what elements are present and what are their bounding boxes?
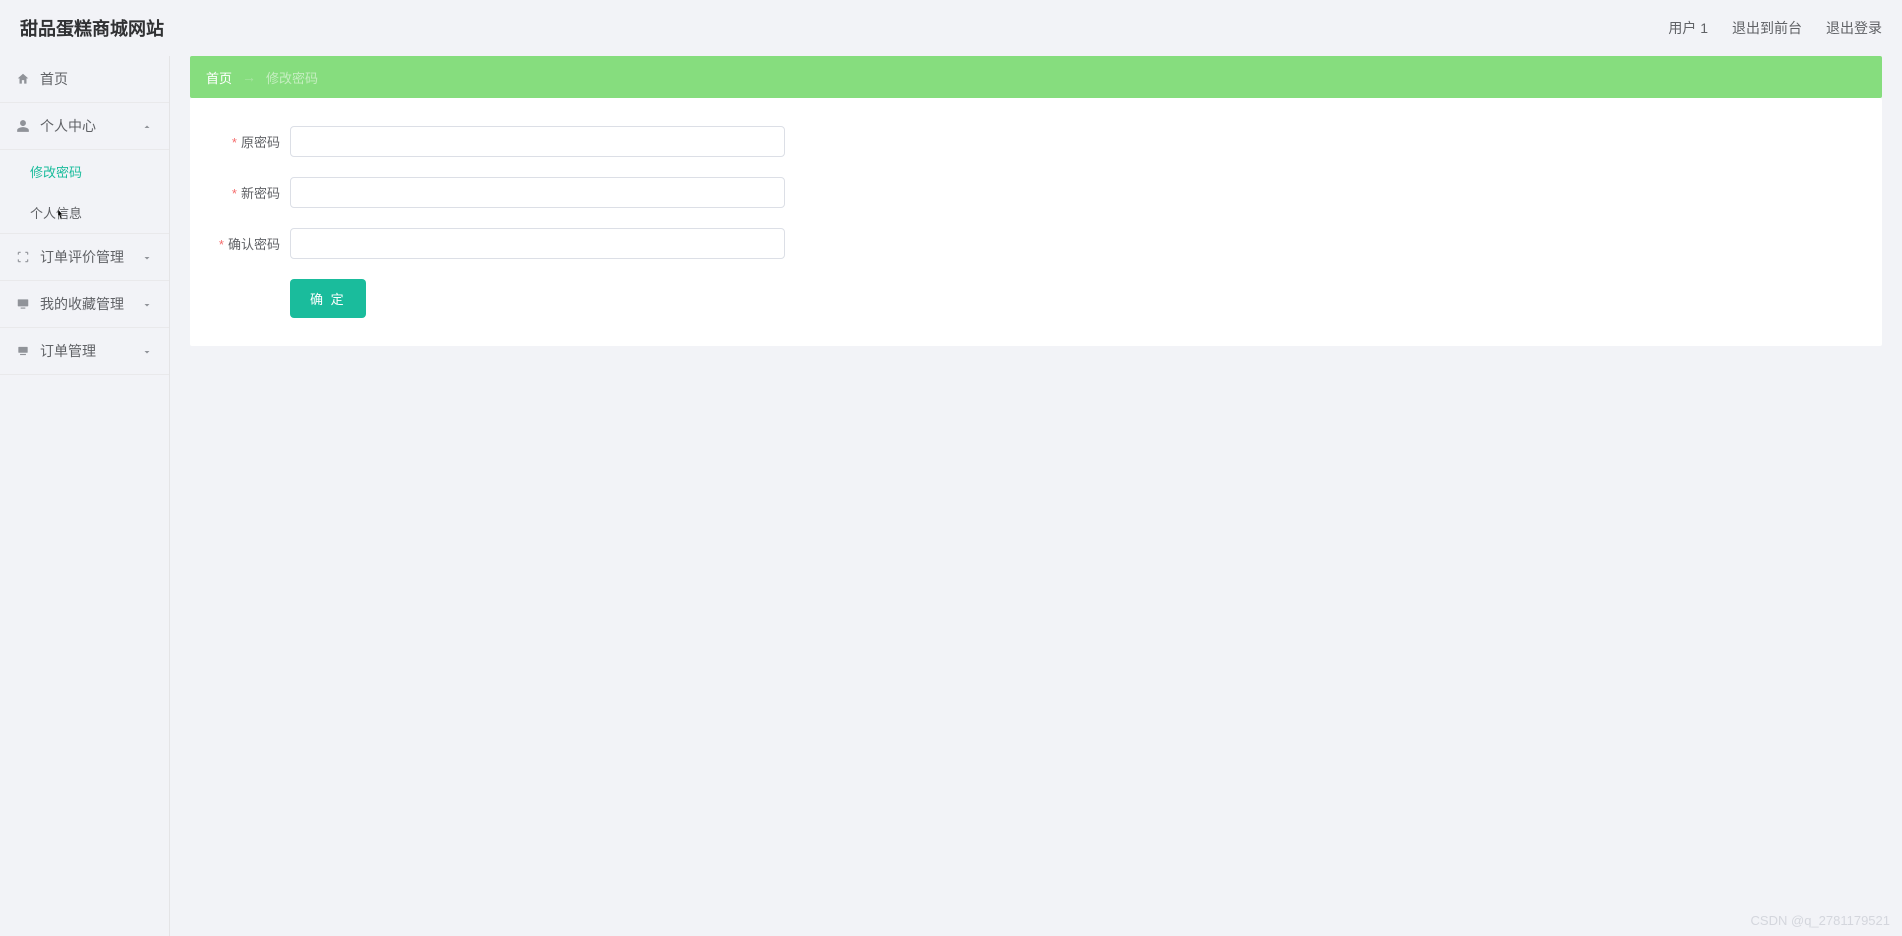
breadcrumb: 首页 → 修改密码: [190, 56, 1882, 98]
form-row-old-password: * 原密码: [210, 126, 1862, 157]
sidebar-subitem-personal-info[interactable]: 个人信息: [0, 192, 169, 234]
chevron-down-icon: [141, 251, 153, 263]
breadcrumb-separator-icon: →: [242, 69, 256, 85]
layout: 首页 个人中心 修改密码 个人信息 订: [0, 56, 1902, 936]
label-text: 原密码: [241, 135, 280, 150]
sidebar-item-home[interactable]: 首页: [0, 56, 169, 103]
required-mark-icon: *: [232, 186, 237, 201]
sidebar-item-label: 订单管理: [40, 341, 96, 361]
sidebar: 首页 个人中心 修改密码 个人信息 订: [0, 56, 170, 936]
card-icon: [16, 344, 30, 358]
old-password-input[interactable]: [290, 126, 785, 157]
sidebar-item-label: 我的收藏管理: [40, 294, 124, 314]
expand-icon: [16, 250, 30, 264]
form-panel: * 原密码 * 新密码 * 确认密码 确 定: [190, 98, 1882, 346]
header-right: 用户 1 退出到前台 退出登录: [1668, 18, 1882, 38]
exit-to-front-link[interactable]: 退出到前台: [1732, 18, 1802, 38]
header: 甜品蛋糕商城网站 用户 1 退出到前台 退出登录: [0, 0, 1902, 56]
confirm-password-input[interactable]: [290, 228, 785, 259]
chevron-up-icon: [141, 120, 153, 132]
user-label[interactable]: 用户 1: [1668, 18, 1708, 38]
label-text: 新密码: [241, 186, 280, 201]
old-password-label: * 原密码: [210, 132, 290, 151]
new-password-input[interactable]: [290, 177, 785, 208]
sidebar-item-order-mgmt[interactable]: 订单管理: [0, 328, 169, 375]
submit-button[interactable]: 确 定: [290, 279, 366, 318]
label-text: 确认密码: [228, 237, 280, 252]
logout-link[interactable]: 退出登录: [1826, 18, 1882, 38]
breadcrumb-home[interactable]: 首页: [206, 68, 232, 87]
main-content: 首页 → 修改密码 * 原密码 * 新密码 * 确认密码: [170, 56, 1902, 936]
confirm-password-label: * 确认密码: [210, 234, 290, 253]
watermark: CSDN @q_2781179521: [1751, 913, 1890, 928]
sidebar-item-order-review[interactable]: 订单评价管理: [0, 234, 169, 281]
breadcrumb-current: 修改密码: [266, 68, 318, 87]
required-mark-icon: *: [219, 237, 224, 252]
monitor-icon: [16, 297, 30, 311]
form-row-new-password: * 新密码: [210, 177, 1862, 208]
app-logo: 甜品蛋糕商城网站: [20, 15, 164, 41]
form-actions: 确 定: [210, 279, 1862, 318]
sidebar-item-label: 个人中心: [40, 116, 96, 136]
sidebar-item-label: 首页: [40, 69, 68, 89]
sidebar-item-personal-center[interactable]: 个人中心: [0, 103, 169, 150]
sidebar-item-label: 订单评价管理: [40, 247, 124, 267]
home-icon: [16, 72, 30, 86]
user-icon: [16, 119, 30, 133]
new-password-label: * 新密码: [210, 183, 290, 202]
sidebar-item-label: 修改密码: [30, 162, 82, 181]
sidebar-item-label: 个人信息: [30, 203, 82, 222]
required-mark-icon: *: [232, 135, 237, 150]
sidebar-subitem-change-password[interactable]: 修改密码: [0, 150, 169, 192]
sidebar-item-my-favorites[interactable]: 我的收藏管理: [0, 281, 169, 328]
chevron-down-icon: [141, 298, 153, 310]
form-row-confirm-password: * 确认密码: [210, 228, 1862, 259]
chevron-down-icon: [141, 345, 153, 357]
